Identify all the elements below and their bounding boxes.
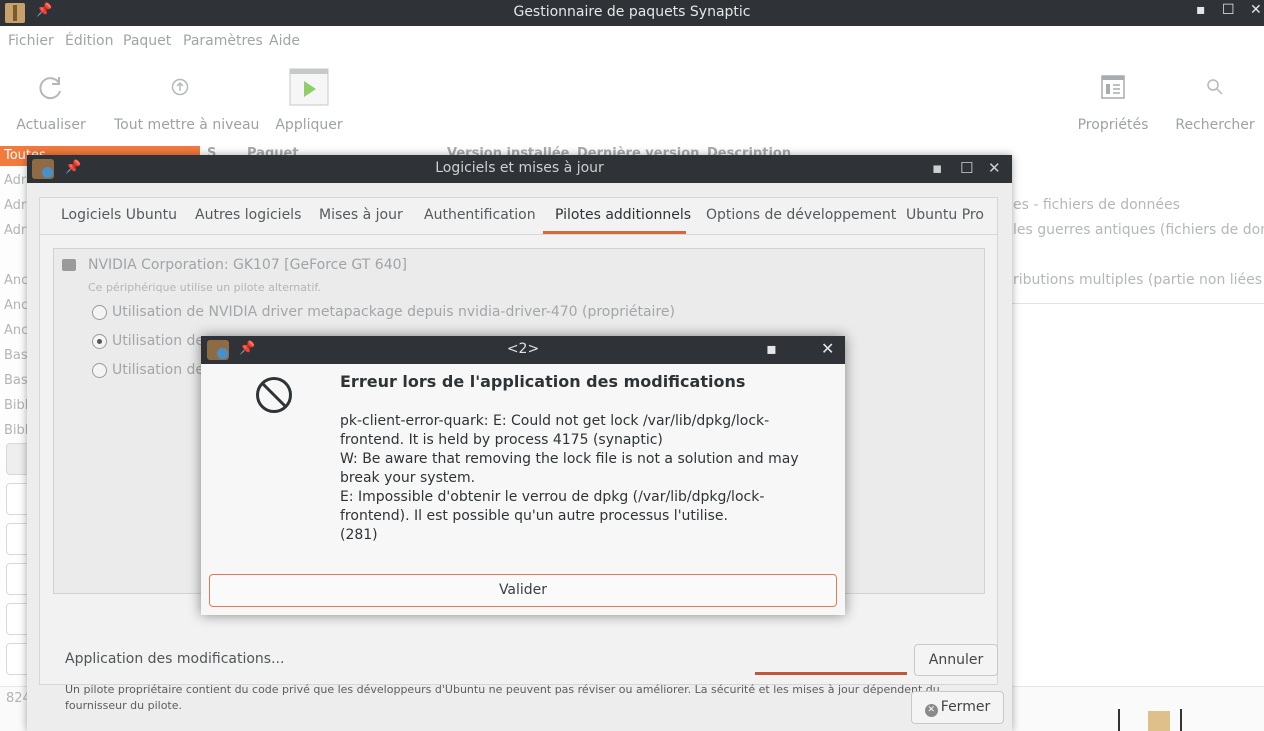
- tab-other-software[interactable]: Autres logiciels: [195, 207, 301, 223]
- error-dialog-titlebar: 📌 <2> ▪ ✕: [201, 336, 845, 364]
- driver-option-label[interactable]: Utilisation de NVIDIA driver metapackage…: [112, 304, 675, 320]
- ok-button[interactable]: Valider: [209, 574, 837, 607]
- hardware-icon: [62, 259, 76, 271]
- sidebar-item[interactable]: Bibl: [4, 423, 28, 438]
- driver-option-radio[interactable]: [92, 334, 107, 349]
- device-note: Ce périphérique utilise un pilote altern…: [88, 281, 321, 294]
- menu-fichier[interactable]: Fichier: [8, 33, 54, 49]
- minimize-icon[interactable]: ▪: [932, 159, 942, 177]
- upgrade-icon: [171, 78, 189, 96]
- error-heading: Erreur lors de l'application des modific…: [340, 372, 746, 391]
- refresh-icon: [39, 77, 61, 100]
- active-tab-indicator: [543, 231, 686, 234]
- panel-widget: [1118, 709, 1182, 731]
- synaptic-toolbar: Actualiser Tout mettre à niveau Applique…: [0, 56, 1264, 146]
- tab-additional-drivers[interactable]: Pilotes additionnels: [555, 207, 691, 223]
- menu-edition[interactable]: Édition: [65, 33, 113, 49]
- error-dialog-title: <2>: [506, 341, 540, 357]
- minimize-icon[interactable]: ▪: [766, 339, 777, 358]
- device-name: NVIDIA Corporation: GK107 [GeForce GT 64…: [88, 257, 407, 273]
- maximize-icon[interactable]: ☐: [1222, 2, 1235, 18]
- tab-updates[interactable]: Mises à jour: [319, 207, 403, 223]
- search-button[interactable]: Rechercher: [1175, 56, 1255, 141]
- sidebar-item[interactable]: Adr: [4, 198, 26, 213]
- menu-parametres[interactable]: Paramètres: [183, 33, 263, 49]
- close-icon[interactable]: ✕: [988, 159, 1001, 177]
- driver-option-radio[interactable]: [92, 363, 107, 378]
- close-button-label: Fermer: [940, 699, 991, 715]
- package-description[interactable]: ributions multiples (partie non liées à …: [1013, 272, 1264, 288]
- sidebar-item[interactable]: Adr: [4, 173, 26, 188]
- driver-option-label[interactable]: Utilisation de: [112, 333, 204, 349]
- driver-option-label[interactable]: Utilisation de: [112, 362, 204, 378]
- error-message: pk-client-error-quark: E: Could not get …: [340, 413, 799, 543]
- sidebar-item[interactable]: Bibl: [4, 398, 28, 413]
- apply-icon: [289, 68, 329, 106]
- pane-divider: [1010, 303, 1264, 304]
- close-icon[interactable]: ✕: [1250, 2, 1262, 18]
- package-description[interactable]: es - fichiers de données: [1013, 197, 1180, 213]
- error-dialog-body: Erreur lors de l'application des modific…: [201, 364, 845, 615]
- properties-icon: [1101, 75, 1125, 99]
- maximize-icon[interactable]: ☐: [960, 159, 973, 177]
- properties-button[interactable]: Propriétés: [1073, 56, 1153, 141]
- cancel-button[interactable]: Annuler: [914, 644, 998, 676]
- sidebar-item[interactable]: Bas: [4, 348, 28, 363]
- refresh-button[interactable]: Actualiser: [11, 56, 91, 141]
- tab-developer-options[interactable]: Options de développement: [706, 207, 896, 223]
- sidebar-item[interactable]: Anc: [4, 298, 28, 313]
- tab-authentication[interactable]: Authentification: [424, 207, 536, 223]
- proprietary-driver-note: Un pilote propriétaire contient du code …: [65, 683, 940, 712]
- upgrade-all-button[interactable]: Tout mettre à niveau: [114, 56, 259, 141]
- prohibited-icon: [256, 377, 292, 413]
- package-icon: [1148, 711, 1170, 731]
- tab-ubuntu-pro[interactable]: Ubuntu Pro: [906, 207, 984, 223]
- search-icon: [1207, 79, 1223, 95]
- close-button[interactable]: ✕ Fermer: [911, 691, 1004, 724]
- synaptic-titlebar: 📌 Gestionnaire de paquets Synaptic ▪ ☐ ✕: [0, 0, 1264, 26]
- synaptic-window-title: Gestionnaire de paquets Synaptic: [513, 4, 751, 20]
- sidebar-item[interactable]: Anc: [4, 323, 28, 338]
- error-dialog: 📌 <2> ▪ ✕ Erreur lors de l'application d…: [201, 336, 845, 615]
- sidebar-item[interactable]: Anc: [4, 273, 28, 288]
- close-icon[interactable]: ✕: [821, 339, 834, 358]
- package-description[interactable]: les guerres antiques (fichiers de donnée: [1013, 222, 1264, 238]
- driver-option-radio[interactable]: [92, 305, 107, 320]
- progress-bar: [755, 672, 907, 675]
- menu-paquet[interactable]: Paquet: [123, 33, 171, 49]
- close-circle-icon: ✕: [924, 704, 938, 717]
- synaptic-menubar: Fichier Édition Paquet Paramètres Aide: [0, 26, 1264, 56]
- software-updates-title: Logiciels et mises à jour: [435, 160, 604, 176]
- tab-ubuntu-software[interactable]: Logiciels Ubuntu: [61, 207, 177, 223]
- apply-button[interactable]: Appliquer: [269, 56, 349, 141]
- software-updates-titlebar: 📌 Logiciels et mises à jour ▪ ☐ ✕: [27, 155, 1012, 183]
- tab-bar: Logiciels Ubuntu Autres logiciels Mises …: [40, 198, 997, 235]
- applying-status: Application des modifications...: [65, 651, 285, 667]
- sidebar-item[interactable]: Bas: [4, 373, 28, 388]
- sidebar-item[interactable]: Adr: [4, 223, 26, 238]
- minimize-icon[interactable]: ▪: [1196, 2, 1206, 18]
- menu-aide[interactable]: Aide: [269, 33, 300, 49]
